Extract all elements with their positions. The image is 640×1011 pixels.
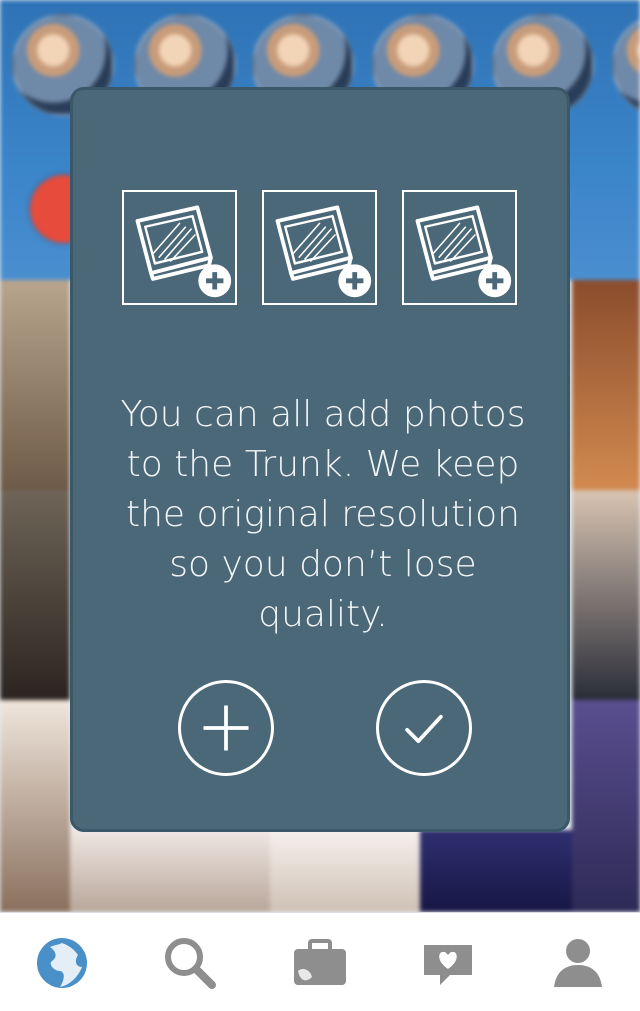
photo-icons-row (73, 190, 567, 308)
photo-tile[interactable] (0, 700, 70, 912)
photo-tile[interactable] (0, 490, 70, 700)
heart-chat-icon (424, 945, 472, 985)
onboarding-message: You can all add photos to the Trunk. We … (120, 394, 526, 635)
photo-add-icon (122, 190, 237, 305)
bottom-tab-bar (0, 912, 640, 1011)
photo-add-icon (402, 190, 517, 305)
plus-icon (203, 705, 249, 751)
photo-tile[interactable] (420, 830, 572, 912)
check-icon (405, 714, 443, 743)
tab-search[interactable] (158, 931, 222, 995)
confirm-button[interactable] (376, 680, 472, 776)
tab-trunk[interactable] (288, 931, 352, 995)
tab-globe[interactable] (30, 931, 94, 995)
tab-activity[interactable] (416, 931, 480, 995)
photo-tile[interactable] (572, 700, 640, 912)
photo-tile[interactable] (70, 830, 270, 912)
onboarding-modal: You can all add photos to the Trunk. We … (70, 87, 570, 832)
photo-tile[interactable] (0, 280, 70, 490)
globe-icon (37, 938, 87, 988)
search-icon (165, 938, 216, 989)
profile-icon (554, 939, 602, 987)
tab-profile[interactable] (546, 931, 610, 995)
photo-tile[interactable] (572, 490, 640, 700)
photo-tile[interactable] (572, 280, 640, 490)
add-photo-button[interactable] (178, 680, 274, 776)
photo-tile[interactable] (270, 830, 420, 912)
trunk-icon (294, 939, 346, 985)
photo-add-icon (262, 190, 377, 305)
